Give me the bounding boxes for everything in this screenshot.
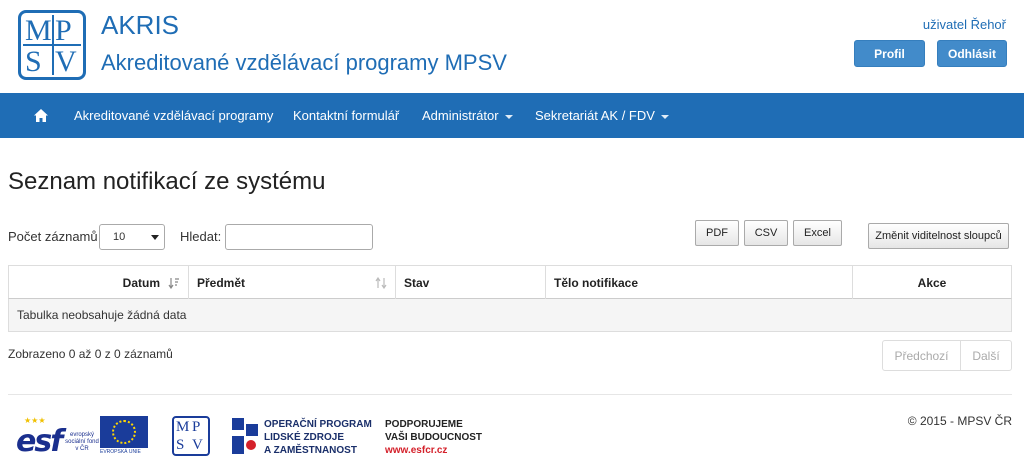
footer-divider [8, 394, 1012, 395]
column-header-label: Tělo notifikace [554, 275, 639, 290]
notifications-table: Datum Předmět Stav Tělo notifikace Akce … [8, 265, 1012, 332]
column-header-label: Předmět [197, 275, 246, 290]
logo-letter: S [25, 45, 42, 78]
eu-stars-ring [112, 420, 136, 444]
nav-item-label: Kontaktní formulář [293, 108, 400, 123]
column-header-label: Datum [122, 275, 160, 290]
pagination-info: Zobrazeno 0 až 0 z 0 záznamů [8, 347, 173, 361]
column-header-subject[interactable]: Předmět [189, 266, 396, 299]
logo-letter: P [55, 14, 72, 47]
logo-letter: M [176, 419, 190, 435]
nav-item-accredited-programs[interactable]: Akreditované vzdělávací programy [74, 93, 273, 138]
copyright: © 2015 - MPSV ČR [907, 414, 1012, 428]
mpsv-logo[interactable]: M P S V [18, 10, 86, 80]
dropdown-arrow-icon [151, 235, 159, 240]
logo-shape [232, 418, 244, 430]
op-lzz-logo-icon [232, 418, 258, 454]
logo-shape [246, 424, 258, 436]
records-per-page-label: Počet záznamů [8, 229, 98, 244]
nav-item-label: Sekretariát AK / FDV [535, 108, 655, 123]
app-subtitle: Akreditované vzdělávací programy MPSV [101, 50, 507, 75]
table-empty-row: Tabulka neobsahuje žádná data [8, 299, 1012, 332]
logo-letter: P [192, 419, 201, 435]
column-header-body[interactable]: Tělo notifikace [546, 266, 853, 299]
search-input[interactable] [225, 224, 373, 250]
logout-button[interactable]: Odhlásit [937, 40, 1007, 67]
page-title: Seznam notifikací ze systému [8, 168, 326, 195]
logo-letter: S [176, 437, 185, 453]
records-per-page-value: 10 [113, 231, 126, 243]
previous-page-button[interactable]: Předchozí [882, 340, 961, 371]
column-header-label: Stav [404, 275, 430, 290]
main-navbar: Akreditované vzdělávací programy Kontakt… [0, 93, 1024, 138]
export-csv-button[interactable]: CSV [744, 220, 788, 246]
mpsv-footer-logo: M P S V [172, 416, 210, 456]
esf-url-link[interactable]: www.esfcr.cz [385, 444, 482, 457]
esf-caption: evropský sociální fond v ČR [65, 432, 99, 452]
export-excel-button[interactable]: Excel [793, 220, 842, 246]
logo-letter: V [192, 437, 203, 453]
sort-both-icon [375, 277, 387, 289]
page-header: M P S V AKRIS Akreditované vzdělávací pr… [0, 0, 1024, 93]
nav-item-contact-form[interactable]: Kontaktní formulář [293, 93, 399, 138]
app-title[interactable]: AKRIS [101, 10, 179, 41]
empty-table-message: Tabulka neobsahuje žádná data [17, 308, 187, 322]
op-line: A ZAMĚSTNANOST [264, 445, 357, 456]
user-name: uživatel Řehoř [922, 17, 1006, 32]
nav-item-secretariat[interactable]: Sekretariát AK / FDV [535, 93, 669, 138]
records-per-page-select[interactable]: 10 [99, 224, 165, 250]
column-header-label: Akce [917, 275, 947, 290]
next-page-button[interactable]: Další [960, 340, 1012, 371]
nav-item-label: Akreditované vzdělávací programy [74, 108, 274, 123]
op-line: OPERAČNÍ PROGRAM [264, 419, 372, 430]
nav-home[interactable] [34, 93, 50, 138]
column-header-actions: Akce [853, 266, 1011, 299]
nav-item-administrator[interactable]: Administrátor [422, 93, 513, 138]
caret-down-icon [660, 114, 669, 119]
logo-divider [52, 15, 54, 75]
op-lzz-logo-text: OPERAČNÍ PROGRAM LIDSKÉ ZDROJE A ZAMĚSTN… [264, 418, 372, 457]
op-line: LIDSKÉ ZDROJE [264, 432, 345, 443]
profile-button[interactable]: Profil [854, 40, 925, 67]
home-icon [34, 109, 48, 122]
support-line: VAŠI BUDOUCNOST [385, 432, 483, 443]
logo-letter: M [25, 14, 52, 47]
sort-descending-icon [168, 278, 179, 289]
eu-flag-icon [100, 416, 148, 448]
esf-logo-word: esf [16, 424, 63, 459]
column-visibility-button[interactable]: Změnit viditelnost sloupců [868, 223, 1009, 249]
logo-shape [232, 436, 244, 454]
search-label: Hledat: [180, 229, 222, 244]
column-header-status[interactable]: Stav [396, 266, 546, 299]
logo-letter: V [55, 45, 77, 78]
support-slogan: PODPORUJEME VAŠI BUDOUCNOST www.esfcr.cz [385, 418, 482, 457]
eu-flag-logo: EVROPSKÁ UNIE [100, 416, 150, 456]
esf-logo: ★★★ esf evropský sociální fond v ČR [16, 416, 100, 459]
column-header-date[interactable]: Datum [9, 266, 189, 299]
nav-item-label: Administrátor [422, 108, 499, 123]
table-header: Datum Předmět Stav Tělo notifikace Akce [8, 265, 1012, 299]
caret-down-icon [504, 114, 513, 119]
support-line: PODPORUJEME [385, 419, 463, 430]
logo-shape [246, 440, 256, 450]
eu-caption: EVROPSKÁ UNIE [100, 449, 141, 455]
export-pdf-button[interactable]: PDF [695, 220, 739, 246]
